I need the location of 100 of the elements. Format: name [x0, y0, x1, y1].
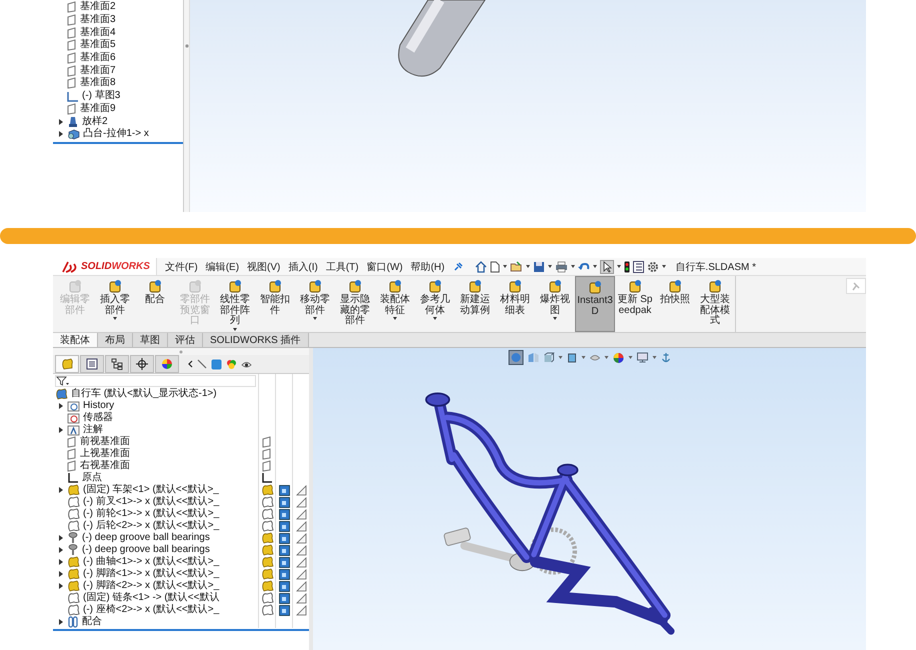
menu-item[interactable]: 窗口(W): [366, 260, 403, 274]
tree-item[interactable]: History: [83, 400, 114, 412]
color-ball-icon: [226, 358, 237, 370]
toolbar-button[interactable]: 插入零部件: [95, 276, 135, 332]
tree-item[interactable]: 上视基准面: [80, 448, 130, 460]
tree-item[interactable]: 基准面9: [80, 102, 116, 115]
cube-icon[interactable]: [566, 352, 577, 363]
tree-item[interactable]: 右视基准面: [80, 460, 130, 472]
tree-item[interactable]: (-) deep groove ball bearings: [82, 532, 210, 544]
menu-item[interactable]: 编辑(E): [206, 260, 240, 274]
tree-item[interactable]: (-) 草图3: [82, 90, 120, 102]
toolbar-button[interactable]: 移动零部件: [295, 276, 335, 332]
tree-item[interactable]: (-) 前叉<1>-> x (默认<<默认>_: [83, 496, 220, 508]
toolbar-button[interactable]: 线性零部件阵列: [215, 276, 255, 332]
tree-item[interactable]: 基准面4: [80, 26, 116, 39]
print-icon[interactable]: [554, 260, 568, 272]
list-icon[interactable]: [632, 260, 644, 272]
tree-item[interactable]: (-) deep groove ball bearings: [82, 544, 210, 556]
tree-item[interactable]: 放样2: [82, 116, 108, 128]
tree-item[interactable]: 基准面2: [80, 1, 116, 14]
toolbar-button[interactable]: 大型装配体模式: [695, 276, 735, 332]
tree-item[interactable]: 基准面6: [80, 52, 116, 64]
home-icon[interactable]: [474, 260, 487, 272]
expand-arrow-icon[interactable]: [59, 427, 63, 433]
menu-item[interactable]: 视图(V): [247, 260, 280, 274]
cube-icon: [278, 508, 290, 520]
caret-icon[interactable]: [502, 265, 507, 268]
caret-icon[interactable]: [553, 317, 557, 320]
menu-item[interactable]: 帮助(H): [410, 260, 445, 274]
color-ball-icon[interactable]: [612, 352, 624, 364]
tree-item[interactable]: (-) 后轮<2>-> x (默认<<默认>_: [83, 520, 220, 532]
tree-item[interactable]: 原点: [82, 472, 102, 484]
tree-item[interactable]: (-) 曲轴<1>-> x (默认<<默认>_: [83, 556, 220, 568]
toolbar-button[interactable]: 更新 Speedpak: [615, 276, 655, 332]
tree-item[interactable]: 传感器: [83, 412, 113, 424]
tree-item[interactable]: 基准面5: [80, 39, 116, 52]
caret-icon[interactable]: [548, 265, 552, 268]
eye-icon[interactable]: [589, 352, 600, 363]
undo-icon[interactable]: [578, 260, 590, 272]
caret-icon[interactable]: [526, 265, 530, 268]
menu-item[interactable]: 文件(F): [164, 260, 198, 274]
caret-icon[interactable]: [393, 317, 397, 320]
toolbar-button[interactable]: 新建运动算例: [455, 276, 495, 332]
open-folder-icon[interactable]: [510, 260, 523, 272]
caret-icon[interactable]: [592, 265, 597, 268]
monitor-icon[interactable]: [636, 352, 648, 363]
traffic-light-icon[interactable]: [624, 260, 630, 272]
triangle-icon: [296, 592, 306, 604]
panel-tab[interactable]: [55, 355, 79, 373]
caret-icon[interactable]: [616, 265, 621, 268]
tree-item[interactable]: (-) 前轮<1>-> x (默认<<默认>_: [83, 508, 220, 520]
caret-icon[interactable]: [433, 317, 437, 320]
caret-icon[interactable]: [662, 265, 666, 268]
tree-item[interactable]: 配合: [82, 616, 102, 628]
toolbar-button[interactable]: 配合: [135, 276, 175, 332]
ribbon-tab[interactable]: 评估: [168, 333, 203, 347]
expand-arrow-icon[interactable]: [59, 403, 63, 409]
toolbar-button[interactable]: 拍快照: [655, 276, 695, 332]
caret-icon[interactable]: [570, 265, 575, 268]
save-icon[interactable]: [532, 260, 545, 272]
ribbon-tab[interactable]: 装配体: [53, 333, 98, 347]
menu-item[interactable]: 工具(T): [326, 260, 359, 274]
panel-tab[interactable]: [130, 355, 154, 373]
ribbon-tab[interactable]: SOLIDWORKS 插件: [203, 333, 309, 347]
tree-item[interactable]: (-) 脚踏<1>-> x (默认<<默认>_: [83, 568, 220, 580]
panel-tab[interactable]: [155, 355, 179, 373]
panel-tab[interactable]: [80, 355, 104, 373]
tree-item[interactable]: 基准面7: [80, 64, 116, 77]
ribbon-tab[interactable]: 布局: [98, 333, 133, 347]
tree-item[interactable]: 基准面8: [80, 77, 116, 90]
grip-icon[interactable]: [179, 350, 183, 354]
toolbar-button[interactable]: 参考几何体: [415, 276, 455, 332]
tree-item[interactable]: 基准面3: [80, 14, 116, 26]
splitter-handle-icon[interactable]: [184, 44, 188, 48]
toolbar-button[interactable]: 爆炸视图: [535, 276, 575, 332]
filter-icon: [56, 376, 70, 386]
panel-tab[interactable]: [105, 355, 129, 373]
tree-item[interactable]: 前视基准面: [80, 436, 130, 448]
filter-field[interactable]: [55, 375, 256, 387]
caret-icon[interactable]: [313, 317, 317, 320]
expand-arrow-icon[interactable]: [59, 487, 63, 493]
tree-item[interactable]: 凸台-拉伸1-> x: [83, 128, 149, 140]
new-document-icon[interactable]: [490, 260, 500, 272]
toolbar-button[interactable]: Instant3D: [575, 276, 615, 332]
cube-icon[interactable]: [543, 352, 554, 363]
select-button[interactable]: [600, 260, 614, 274]
toolbar-button[interactable]: 智能扣件: [255, 276, 295, 332]
ribbon-tab[interactable]: 草图: [133, 333, 168, 347]
toolbar-button[interactable]: 装配体特征: [375, 276, 415, 332]
caret-icon[interactable]: [113, 317, 117, 320]
settings-icon[interactable]: [646, 260, 659, 272]
menu-item[interactable]: 插入(I): [288, 260, 318, 274]
caret-icon[interactable]: [233, 328, 237, 330]
origin-icon: [261, 472, 273, 484]
tree-item[interactable]: (-) 脚踏<2>-> x (默认<<默认>_: [83, 580, 220, 592]
anchor-icon[interactable]: [660, 352, 671, 363]
toolbar-button[interactable]: 显示隐藏的零部件: [335, 276, 375, 332]
expand-arrow-icon[interactable]: [59, 619, 63, 625]
toolbar-button[interactable]: 材料明细表: [495, 276, 535, 332]
view-orientation-button[interactable]: [508, 350, 523, 365]
